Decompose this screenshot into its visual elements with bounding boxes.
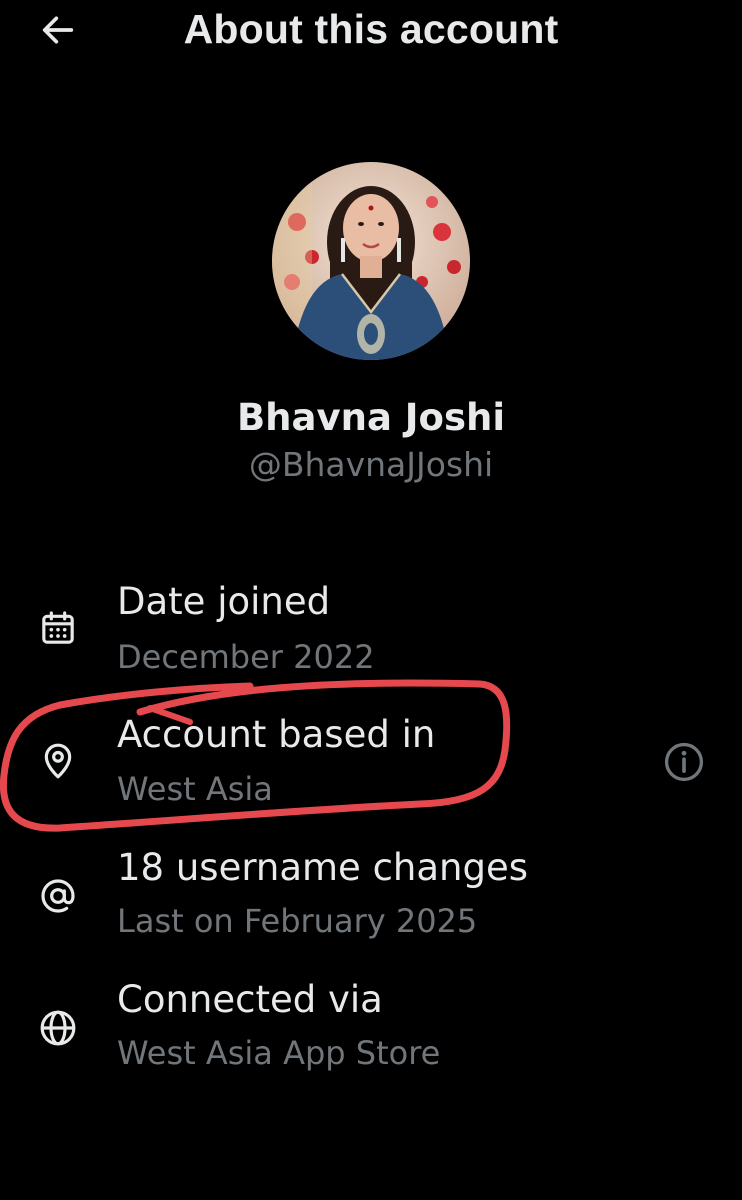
location-pin-icon [36,739,80,783]
date-joined-value: December 2022 [117,638,375,676]
calendar-icon [36,606,80,650]
globe-icon [36,1006,80,1050]
username-changes-value: Last on February 2025 [117,902,478,940]
connected-via-value: West Asia App Store [117,1034,441,1072]
account-based-in-label: Account based in [117,713,436,756]
connected-via-label: Connected via [117,978,383,1021]
page-title: About this account [183,6,559,52]
account-based-in-row: Account based in West Asia [0,703,742,813]
info-icon [664,742,704,782]
top-bar: About this account [0,0,742,60]
connected-via-row: Connected via West Asia App Store [0,970,742,1080]
username-changes-label: 18 username changes [117,846,529,889]
info-button[interactable] [660,738,708,786]
account-based-in-value: West Asia [117,770,273,808]
username-handle: @BhavnaJJoshi [248,445,494,484]
date-joined-row: Date joined December 2022 [0,570,742,680]
username-changes-row: 18 username changes Last on February 202… [0,838,742,948]
at-sign-icon [36,874,80,918]
date-joined-label: Date joined [117,580,331,623]
display-name: Bhavna Joshi [236,396,506,439]
avatar[interactable] [272,162,470,360]
